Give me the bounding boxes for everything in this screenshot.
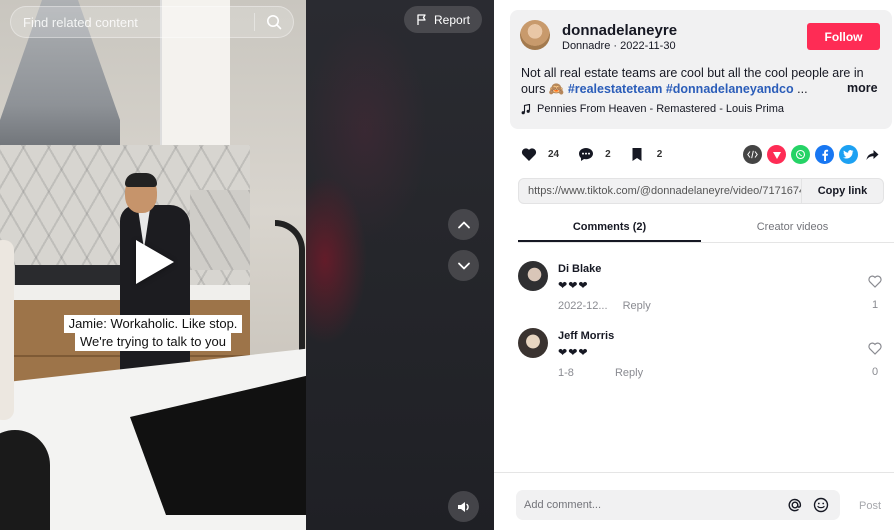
- comment-like-button[interactable]: [868, 342, 882, 360]
- comment-like-count: 1: [871, 299, 879, 311]
- tab-comments[interactable]: Comments (2): [518, 215, 701, 242]
- pan: [0, 430, 50, 530]
- twitter-icon[interactable]: [839, 145, 858, 164]
- music-title: Pennies From Heaven - Remastered - Louis…: [537, 103, 784, 115]
- facebook-icon[interactable]: [815, 145, 834, 164]
- whatsapp-icon[interactable]: [791, 145, 810, 164]
- comment-composer: Post: [494, 472, 894, 530]
- play-icon[interactable]: [136, 240, 174, 284]
- tile-panel: [190, 190, 250, 270]
- search-icon: [267, 15, 282, 30]
- heart-outline-icon: [868, 275, 882, 288]
- music-link[interactable]: Pennies From Heaven - Remastered - Louis…: [521, 103, 784, 115]
- comment-author[interactable]: Di Blake: [558, 263, 601, 275]
- embed-icon[interactable]: [743, 145, 762, 164]
- comment-author[interactable]: Jeff Morris: [558, 330, 614, 342]
- reply-button[interactable]: Reply: [623, 300, 651, 312]
- heart-icon: [518, 144, 539, 165]
- copy-link-button[interactable]: Copy link: [801, 179, 883, 203]
- search-button[interactable]: [255, 7, 293, 37]
- more-button[interactable]: more: [847, 81, 878, 95]
- previous-video-button[interactable]: [448, 209, 479, 240]
- comment-like-count: 0: [871, 366, 879, 378]
- comment-text: ❤❤❤: [558, 347, 589, 359]
- author-subline: Donnadre · 2022-11-30: [562, 40, 676, 52]
- search-bar[interactable]: [10, 6, 294, 38]
- at-sign-icon: [788, 498, 802, 512]
- emoji-button[interactable]: [808, 492, 834, 518]
- share-row: [743, 145, 882, 164]
- comment-date: 1-8: [558, 367, 574, 379]
- mention-button[interactable]: [782, 492, 808, 518]
- comment-icon: [575, 144, 596, 165]
- like-count: 24: [548, 149, 560, 160]
- post-button[interactable]: Post: [859, 500, 881, 512]
- volume-button[interactable]: [448, 491, 479, 522]
- hashtag-donnadelaneyandco[interactable]: #donnadelaneyandco: [666, 82, 794, 96]
- video-link-box: https://www.tiktok.com/@donnadelaneyre/v…: [518, 178, 884, 204]
- avatar[interactable]: [518, 261, 548, 291]
- comment-input[interactable]: [516, 499, 782, 511]
- description-ellipsis: ...: [797, 82, 808, 96]
- video-description: Not all real estate teams are cool but a…: [521, 65, 881, 97]
- heart-outline-icon: [868, 342, 882, 355]
- next-video-button[interactable]: [448, 250, 479, 281]
- follow-button[interactable]: Follow: [807, 23, 880, 50]
- music-note-icon: [521, 103, 531, 114]
- send-icon[interactable]: [767, 145, 786, 164]
- avatar[interactable]: [520, 20, 550, 50]
- comment-like-button[interactable]: [868, 275, 882, 293]
- like-button[interactable]: 24: [518, 144, 559, 165]
- comment-item: Di Blake ❤❤❤ 2022-12... Reply 1: [518, 261, 884, 321]
- avatar[interactable]: [518, 328, 548, 358]
- comment-button[interactable]: 2: [575, 144, 611, 165]
- caption-line-2: We're trying to talk to you: [74, 333, 232, 351]
- video-frame[interactable]: Jamie: Workaholic. Like stop. We're tryi…: [0, 0, 306, 530]
- caption-line-1: Jamie: Workaholic. Like stop.: [63, 315, 243, 333]
- report-label: Report: [434, 12, 471, 27]
- search-input[interactable]: [11, 14, 254, 30]
- author-username[interactable]: donnadelaneyre: [562, 22, 677, 39]
- emoji-icon: [813, 497, 829, 513]
- comment-meta: 2022-12... Reply: [558, 300, 651, 312]
- video-player[interactable]: Jamie: Workaholic. Like stop. We're tryi…: [0, 0, 494, 530]
- engagement-row: 24 2 2: [518, 144, 678, 165]
- save-button[interactable]: 2: [627, 144, 663, 165]
- comment-text: ❤❤❤: [558, 280, 589, 292]
- video-url[interactable]: https://www.tiktok.com/@donnadelaneyre/v…: [519, 185, 801, 197]
- post-date: 2022-11-30: [620, 40, 676, 52]
- comment-item: Jeff Morris ❤❤❤ 1-8 Reply 0: [518, 328, 884, 388]
- chevron-down-icon: [457, 262, 470, 269]
- comment-meta: 1-8 Reply: [558, 367, 643, 379]
- volume-icon: [457, 501, 469, 512]
- report-button[interactable]: Report: [404, 6, 483, 33]
- details-panel: donnadelaneyre Donnadre · 2022-11-30 Fol…: [494, 0, 894, 530]
- video-info-card: donnadelaneyre Donnadre · 2022-11-30 Fol…: [510, 10, 892, 129]
- tab-creator-videos[interactable]: Creator videos: [701, 215, 884, 242]
- share-arrow-icon[interactable]: [863, 145, 882, 164]
- flag-icon: [417, 13, 426, 25]
- save-count: 2: [656, 149, 663, 160]
- hashtag-realestateteam[interactable]: #realestateteam: [568, 82, 663, 96]
- chevron-up-icon: [457, 221, 470, 228]
- comment-count: 2: [605, 149, 611, 160]
- comment-box: [516, 490, 840, 520]
- reply-button[interactable]: Reply: [615, 367, 643, 379]
- author-nickname: Donnadre: [562, 40, 611, 52]
- video-caption: Jamie: Workaholic. Like stop. We're tryi…: [0, 315, 306, 351]
- comment-tabs: Comments (2) Creator videos: [518, 215, 894, 243]
- comment-date: 2022-12...: [558, 300, 608, 312]
- bookmark-icon: [627, 144, 648, 165]
